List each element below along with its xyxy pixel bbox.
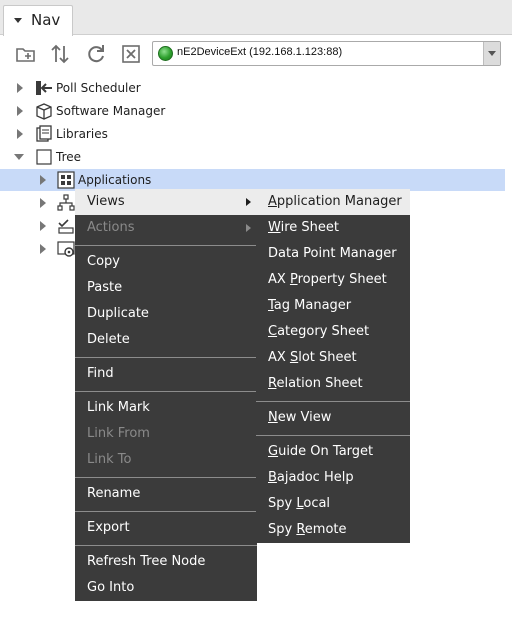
connected-status-icon: [158, 46, 173, 61]
tree-node-poll-scheduler[interactable]: Poll Scheduler: [0, 77, 505, 99]
views-submenu: Application Manager Wire Sheet Data Poin…: [256, 189, 410, 543]
dropdown-button[interactable]: [483, 42, 500, 65]
submenu-arrow-icon: [246, 224, 251, 232]
libraries-icon: [35, 125, 53, 143]
tree-node-applications[interactable]: Applications: [0, 169, 505, 191]
menu-item-export[interactable]: Export: [75, 515, 257, 541]
software-manager-icon: [35, 102, 53, 120]
menu-item-paste[interactable]: Paste: [75, 275, 257, 301]
sort-icon[interactable]: [48, 42, 72, 66]
menu-item-rename[interactable]: Rename: [75, 481, 257, 507]
menu-item-ax-property-sheet[interactable]: AX Property Sheet: [256, 267, 410, 293]
menu-separator: [75, 357, 257, 358]
menu-separator: [256, 401, 410, 402]
menu-item-spy-local[interactable]: Spy Local: [256, 491, 410, 517]
expand-arrow-icon[interactable]: [40, 198, 46, 208]
menu-item-new-view[interactable]: New View: [256, 405, 410, 431]
checklist-icon: [57, 217, 75, 235]
tree-node-tree[interactable]: Tree: [0, 146, 505, 168]
tree-node-label: Libraries: [56, 127, 108, 141]
nav-tab-label: Nav: [31, 11, 61, 29]
tree-node-label: Poll Scheduler: [56, 81, 141, 95]
menu-item-delete[interactable]: Delete: [75, 327, 257, 353]
expand-arrow-icon[interactable]: [17, 83, 23, 93]
menu-item-guide-on-target[interactable]: Guide On Target: [256, 439, 410, 465]
context-menu: Views Actions Copy Paste Duplicate Delet…: [75, 189, 257, 601]
menu-item-category-sheet[interactable]: Category Sheet: [256, 319, 410, 345]
menu-item-duplicate[interactable]: Duplicate: [75, 301, 257, 327]
chevron-down-icon: [488, 51, 496, 56]
menu-item-data-point-manager[interactable]: Data Point Manager: [256, 241, 410, 267]
menu-item-relation-sheet[interactable]: Relation Sheet: [256, 371, 410, 397]
nav-tab[interactable]: Nav: [3, 5, 73, 36]
device-select-value: nE2DeviceExt (192.168.1.123:88): [177, 46, 343, 58]
expand-arrow-icon[interactable]: [40, 175, 46, 185]
menu-item-link-mark[interactable]: Link Mark: [75, 395, 257, 421]
menu-item-views[interactable]: Views: [75, 189, 257, 215]
menu-item-tag-manager[interactable]: Tag Manager: [256, 293, 410, 319]
new-folder-icon[interactable]: [14, 42, 38, 66]
menu-separator: [75, 245, 257, 246]
menu-item-bajadoc-help[interactable]: Bajadoc Help: [256, 465, 410, 491]
poll-scheduler-icon: [35, 79, 53, 97]
menu-item-copy[interactable]: Copy: [75, 249, 257, 275]
menu-item-actions: Actions: [75, 215, 257, 241]
menu-separator: [256, 435, 410, 436]
settings-icon: [57, 240, 75, 258]
menu-item-application-manager[interactable]: Application Manager: [256, 189, 410, 215]
close-icon[interactable]: [119, 42, 143, 66]
tree-node-label: Applications: [78, 173, 152, 187]
menu-separator: [75, 545, 257, 546]
menu-item-ax-slot-sheet[interactable]: AX Slot Sheet: [256, 345, 410, 371]
device-select[interactable]: nE2DeviceExt (192.168.1.123:88): [152, 41, 501, 66]
expand-arrow-icon[interactable]: [17, 129, 23, 139]
menu-item-spy-remote[interactable]: Spy Remote: [256, 517, 410, 543]
expand-arrow-icon[interactable]: [40, 221, 46, 231]
collapse-arrow-icon[interactable]: [14, 154, 24, 160]
tree-node-label: Tree: [56, 150, 82, 164]
refresh-icon[interactable]: [84, 42, 108, 66]
chevron-down-icon[interactable]: [14, 18, 22, 23]
network-icon: [57, 194, 75, 212]
tree-node-libraries[interactable]: Libraries: [0, 123, 505, 145]
tree-node-software-manager[interactable]: Software Manager: [0, 100, 505, 122]
menu-separator: [75, 391, 257, 392]
menu-item-wire-sheet[interactable]: Wire Sheet: [256, 215, 410, 241]
nav-header: [0, 0, 512, 35]
menu-item-find[interactable]: Find: [75, 361, 257, 387]
menu-item-link-from: Link From: [87, 426, 150, 441]
applications-icon: [57, 171, 75, 189]
menu-item-refresh-tree-node[interactable]: Refresh Tree Node: [75, 549, 257, 575]
expand-arrow-icon[interactable]: [17, 106, 23, 116]
menu-item-link-to: Link To: [87, 452, 132, 467]
tree-icon: [35, 148, 53, 166]
tree-node-label: Software Manager: [56, 104, 166, 118]
submenu-arrow-icon: [246, 198, 251, 206]
menu-item-go-into[interactable]: Go Into: [75, 575, 257, 601]
menu-separator: [75, 511, 257, 512]
expand-arrow-icon[interactable]: [40, 244, 46, 254]
menu-separator: [75, 477, 257, 478]
